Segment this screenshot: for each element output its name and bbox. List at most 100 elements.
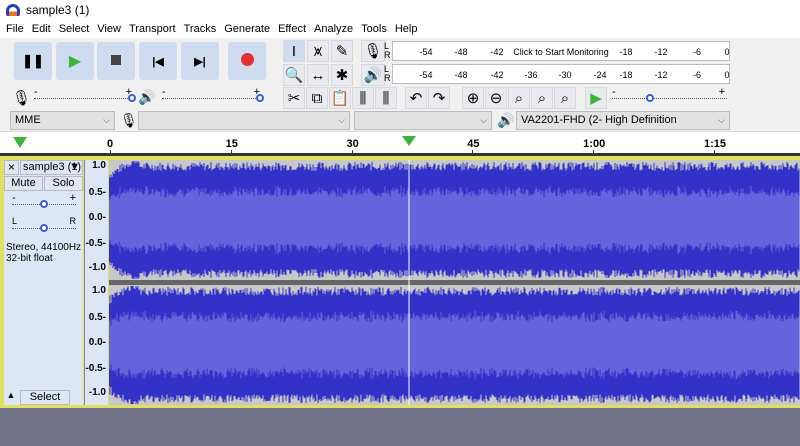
timeline-tick-label: 45 (467, 138, 480, 150)
audacity-headphones-icon (6, 4, 20, 16)
recording-device-select[interactable]: ⌵ (138, 111, 350, 130)
menu-file[interactable]: File (4, 23, 30, 35)
cut-button[interactable]: ✂ (283, 87, 305, 109)
copy-icon: ⧉ (311, 89, 323, 107)
selection-tool-icon: I (291, 42, 297, 60)
menu-effect[interactable]: Effect (276, 23, 312, 35)
menu-transport[interactable]: Transport (127, 23, 182, 35)
start-monitoring-prompt[interactable]: Click to Start Monitoring (513, 47, 609, 57)
envelope-tool-button[interactable]: ⩙ (307, 40, 329, 62)
fit-selection-button[interactable]: ⌕ (508, 87, 530, 109)
record-icon (240, 53, 254, 69)
multi-tool-button[interactable]: ✱ (331, 64, 353, 86)
waveform[interactable] (109, 160, 800, 405)
mic-icon: 🎙 (12, 90, 32, 107)
menu-view[interactable]: View (95, 23, 127, 35)
zoom-toggle-icon: ⌕ (560, 89, 570, 107)
record-meter-mic-icon[interactable]: 🎙 (361, 40, 385, 62)
playback-meter-speaker-icon[interactable]: 🔊 (361, 64, 385, 86)
timeline-ruler[interactable] (0, 132, 800, 156)
menu-edit[interactable]: Edit (30, 23, 57, 35)
play-at-speed-button[interactable]: ▶ (585, 87, 607, 109)
record-meter[interactable]: -54 -48 -42 -18 -12 -6 0 Click to Start Monitor… (392, 41, 730, 61)
zoom-out-icon: ⊖ (489, 90, 503, 107)
pause-icon: ❚❚ (22, 53, 44, 68)
menu-generate[interactable]: Generate (222, 23, 276, 35)
title-bar: sample3 (1) (0, 0, 800, 20)
draw-tool-icon: ✎ (335, 43, 349, 60)
play-icon: ▶ (68, 53, 82, 70)
pause-button[interactable]: ❚❚ (14, 42, 52, 80)
skip-to-end-button[interactable]: ▶| (181, 42, 219, 80)
play-at-speed-slider[interactable]: - + (612, 86, 727, 104)
meter-tick: -48 (454, 70, 468, 80)
meter-tick: -6 (692, 47, 702, 57)
rms-wave (109, 185, 800, 255)
gain-slider[interactable]: - + (12, 192, 76, 210)
skip-to-start-button[interactable]: |◀ (139, 42, 177, 80)
record-button[interactable] (228, 42, 266, 80)
trim-button[interactable]: ⫼ (352, 87, 374, 109)
undo-icon: ↶ (409, 90, 423, 107)
window-title: sample3 (1) (26, 3, 90, 17)
recording-channels-select[interactable]: ⌵ (354, 111, 492, 130)
play-at-speed-icon: ▶ (590, 90, 602, 107)
input-mic-icon: 🎙 (120, 112, 138, 128)
redo-button[interactable]: ↷ (428, 87, 450, 109)
track-close-button[interactable]: × (4, 160, 19, 175)
track-name-menu[interactable]: sample3 (1) ▼ (20, 160, 83, 175)
track-control-panel: × sample3 (1) ▼ Mute Solo - + LR Stereo, 4… (4, 160, 83, 405)
play-button[interactable]: ▶ (56, 42, 94, 80)
meter-tick: -6 (692, 70, 702, 80)
fit-selection-icon: ⌕ (514, 89, 524, 107)
timeline-tick-label: 15 (225, 138, 238, 150)
cut-icon: ✂ (287, 90, 301, 107)
timeline-tick-label: 1:15 (703, 138, 727, 150)
pan-slider[interactable]: LR (12, 216, 76, 234)
stop-button[interactable] (97, 42, 135, 80)
zoom-tool-button[interactable]: 🔍 (283, 64, 305, 86)
scale-label: -0.5- (85, 363, 106, 374)
selection-tool-button[interactable]: I (283, 40, 305, 62)
toolbar-area: ❚❚ ▶ |◀ ▶| I ⩙ ✎ 🔍 ↔ ✱ 🎙 🔊 -54 -48 -42 -18 -12 -6 0 Cli… (0, 38, 800, 132)
scale-label: 0.5- (88, 312, 106, 323)
collapse-track-icon[interactable]: ▲ (4, 390, 18, 405)
zoom-in-icon: ⊕ (466, 90, 480, 107)
menu-tools[interactable]: Tools (359, 23, 393, 35)
audio-host-select[interactable]: MME ⌵ (10, 111, 115, 130)
playback-device-select[interactable]: VA2201-FHD (2- High Definition ⌵ (516, 111, 730, 130)
scale-label: 0.0- (88, 212, 106, 223)
play-position-marker-icon[interactable] (402, 136, 416, 146)
playback-meter[interactable]: -54 -48 -42 -36 -30 -24 -18 -12 -6 0 (392, 64, 730, 84)
menu-analyze[interactable]: Analyze (312, 23, 359, 35)
menu-help[interactable]: Help (393, 23, 424, 35)
timeline-tick-label: 0 (106, 138, 114, 150)
scale-label: -0.5- (85, 238, 106, 249)
time-shift-tool-button[interactable]: ↔ (307, 64, 329, 86)
meter-tick: -42 (490, 47, 504, 57)
copy-button[interactable]: ⧉ (306, 87, 328, 109)
speaker-icon: 🔊 (138, 89, 156, 105)
multi-tool-icon: ✱ (335, 67, 349, 84)
undo-button[interactable]: ↶ (405, 87, 427, 109)
paste-button[interactable]: 📋 (329, 87, 351, 109)
silence-button[interactable]: ⫼ (375, 87, 397, 109)
channel-separator (109, 280, 800, 285)
meter-tick: -30 (558, 70, 572, 80)
menu-select[interactable]: Select (57, 23, 96, 35)
meter-tick: -18 (619, 47, 633, 57)
zoom-in-button[interactable]: ⊕ (462, 87, 484, 109)
fit-project-button[interactable]: ⌕ (531, 87, 553, 109)
menu-tracks[interactable]: Tracks (182, 23, 223, 35)
playback-meter-channels: LR (384, 64, 391, 83)
mute-button[interactable]: Mute (4, 176, 43, 191)
zoom-out-button[interactable]: ⊖ (485, 87, 507, 109)
draw-tool-button[interactable]: ✎ (331, 40, 353, 62)
solo-button[interactable]: Solo (44, 176, 83, 191)
select-track-button[interactable]: Select (20, 390, 70, 405)
playback-volume-slider[interactable]: - + (162, 86, 264, 104)
record-volume-slider[interactable]: - + (34, 86, 136, 104)
zoom-toggle-button[interactable]: ⌕ (554, 87, 576, 109)
play-head-triangle-icon[interactable] (13, 137, 27, 148)
empty-track-area[interactable] (0, 408, 800, 446)
